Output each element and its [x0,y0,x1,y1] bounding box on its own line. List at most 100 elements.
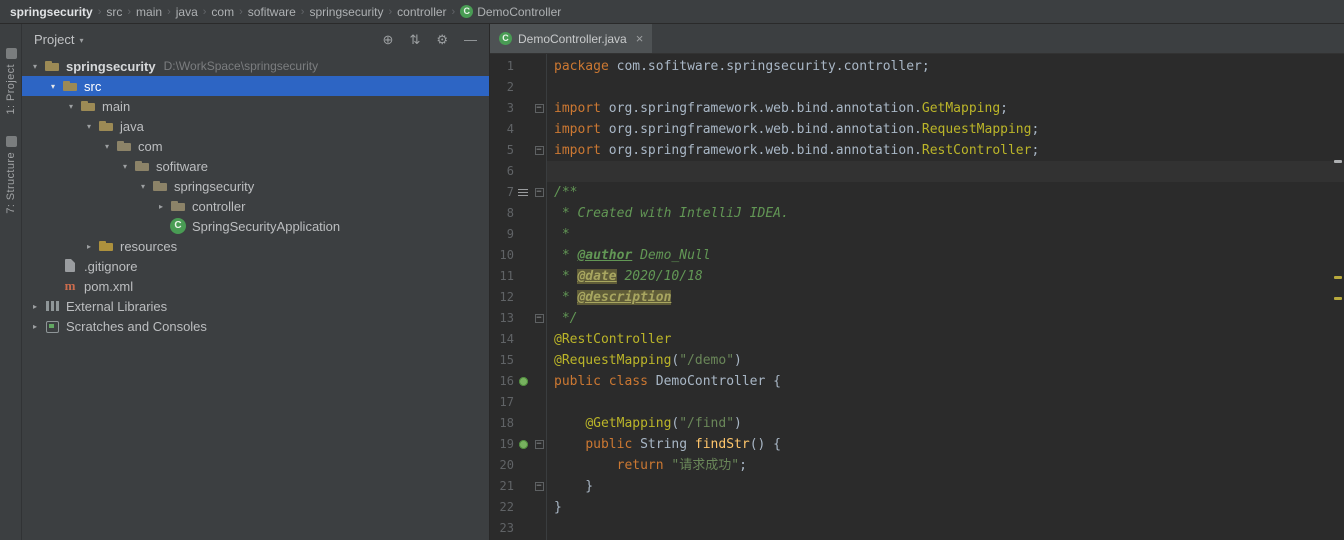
chevron-expanded-icon[interactable]: ▾ [64,102,78,111]
line-number[interactable]: 19 [490,434,514,455]
hide-panel-icon[interactable]: — [464,33,477,46]
line-number[interactable]: 22 [490,497,514,518]
fold-collapse-icon[interactable]: − [532,434,546,455]
code-line-4[interactable]: 4import org.springframework.web.bind.ann… [490,119,1344,140]
code-line-20[interactable]: 20 return "请求成功"; [490,455,1344,476]
code-line-10[interactable]: 10 * @author Demo_Null [490,245,1344,266]
tree-item-main[interactable]: ▾main [22,96,489,116]
breadcrumb-item-democontroller[interactable]: DemoController [460,5,561,19]
spring-bean-gutter-icon[interactable] [514,434,532,455]
code-line-18[interactable]: 18 @GetMapping("/find") [490,413,1344,434]
chevron-collapsed-icon[interactable]: ▸ [28,302,42,311]
locate-file-icon[interactable]: ⊕ [383,33,394,46]
breadcrumb-item-springsecurity[interactable]: springsecurity [309,5,383,19]
line-number[interactable]: 9 [490,224,514,245]
breadcrumb-item-sofitware[interactable]: sofitware [248,5,296,19]
code-line-15[interactable]: 15@RequestMapping("/demo") [490,350,1344,371]
chevron-expanded-icon[interactable]: ▾ [100,142,114,151]
settings-gear-icon[interactable]: ⚙ [436,33,448,46]
tree-item-controller[interactable]: ▸controller [22,196,489,216]
collapse-all-icon[interactable]: ⇅ [409,33,420,46]
code-line-5[interactable]: 5−import org.springframework.web.bind.an… [490,140,1344,161]
code-line-2[interactable]: 2 [490,77,1344,98]
line-number[interactable]: 5 [490,140,514,161]
code-line-13[interactable]: 13− */ [490,308,1344,329]
breadcrumb-item-com[interactable]: com [211,5,234,19]
code-line-8[interactable]: 8 * Created with IntelliJ IDEA. [490,203,1344,224]
tree-item-pom-xml[interactable]: pom.xml [22,276,489,296]
tree-item-springsecurityapplication[interactable]: SpringSecurityApplication [22,216,489,236]
tool-window-button-1-project[interactable]: 1: Project [0,48,22,114]
tree-item-sofitware[interactable]: ▾sofitware [22,156,489,176]
code-line-12[interactable]: 12 * @description [490,287,1344,308]
line-number[interactable]: 13 [490,308,514,329]
fold-end-icon[interactable]: − [532,476,546,497]
code-line-21[interactable]: 21− } [490,476,1344,497]
code-line-22[interactable]: 22} [490,497,1344,518]
line-number[interactable]: 23 [490,518,514,539]
line-number[interactable]: 4 [490,119,514,140]
code-line-1[interactable]: 1package com.sofitware.springsecurity.co… [490,56,1344,77]
code-line-7[interactable]: 7−/** [490,182,1344,203]
line-number[interactable]: 7 [490,182,514,203]
tree-item-java[interactable]: ▾java [22,116,489,136]
code-line-14[interactable]: 14@RestController [490,329,1344,350]
breadcrumb-item-springsecurity[interactable]: springsecurity [10,5,93,19]
tree-item-springsecurity[interactable]: ▾springsecurity [22,176,489,196]
line-number[interactable]: 16 [490,371,514,392]
breadcrumb-item-controller[interactable]: controller [397,5,446,19]
tree-item-src[interactable]: ▾src [22,76,489,96]
code-line-3[interactable]: 3−import org.springframework.web.bind.an… [490,98,1344,119]
line-number[interactable]: 15 [490,350,514,371]
line-number[interactable]: 1 [490,56,514,77]
code-line-17[interactable]: 17 [490,392,1344,413]
chevron-collapsed-icon[interactable]: ▸ [28,322,42,331]
code-line-16[interactable]: 16public class DemoController { [490,371,1344,392]
tree-item-com[interactable]: ▾com [22,136,489,156]
chevron-expanded-icon[interactable]: ▾ [28,62,42,71]
line-number[interactable]: 18 [490,413,514,434]
breadcrumb-item-java[interactable]: java [176,5,198,19]
error-stripe[interactable] [1332,54,1344,540]
chevron-expanded-icon[interactable]: ▾ [118,162,132,171]
line-number[interactable]: 20 [490,455,514,476]
tab-democontroller-java[interactable]: DemoController.java × [490,24,652,53]
line-number[interactable]: 8 [490,203,514,224]
fold-end-icon[interactable]: − [532,140,546,161]
line-number[interactable]: 12 [490,287,514,308]
fold-end-icon[interactable]: − [532,308,546,329]
chevron-expanded-icon[interactable]: ▾ [82,122,96,131]
stripe-warning-mark[interactable] [1334,297,1342,300]
chevron-collapsed-icon[interactable]: ▸ [82,242,96,251]
chevron-expanded-icon[interactable]: ▾ [46,82,60,91]
line-number[interactable]: 17 [490,392,514,413]
close-icon[interactable]: × [636,31,644,46]
fold-collapse-icon[interactable]: − [532,98,546,119]
line-number[interactable]: 2 [490,77,514,98]
fold-collapse-icon[interactable]: − [532,182,546,203]
tree-item-resources[interactable]: ▸resources [22,236,489,256]
doc-toggle-gutter-icon[interactable] [514,182,532,203]
tree-item-external-libraries[interactable]: ▸External Libraries [22,296,489,316]
breadcrumb-item-main[interactable]: main [136,5,162,19]
code-line-11[interactable]: 11 * @date 2020/10/18 [490,266,1344,287]
line-number[interactable]: 14 [490,329,514,350]
editor-body[interactable]: 1package com.sofitware.springsecurity.co… [490,54,1344,540]
code-line-6[interactable]: 6 [490,161,1344,182]
tool-window-button-7-structure[interactable]: 7: Structure [0,136,22,214]
line-number[interactable]: 3 [490,98,514,119]
line-number[interactable]: 6 [490,161,514,182]
chevron-collapsed-icon[interactable]: ▸ [154,202,168,211]
chevron-expanded-icon[interactable]: ▾ [136,182,150,191]
code-line-23[interactable]: 23 [490,518,1344,539]
line-number[interactable]: 11 [490,266,514,287]
line-number[interactable]: 10 [490,245,514,266]
tree-item-scratches-and-consoles[interactable]: ▸Scratches and Consoles [22,316,489,336]
code-line-19[interactable]: 19− public String findStr() { [490,434,1344,455]
editor-code[interactable]: 1package com.sofitware.springsecurity.co… [490,56,1344,539]
project-view-selector[interactable]: Project ▾ [34,32,83,47]
tree-item-springsecurity[interactable]: ▾springsecurityD:\WorkSpace\springsecuri… [22,56,489,76]
tree-item-gitignore[interactable]: .gitignore [22,256,489,276]
spring-bean-gutter-icon[interactable] [514,371,532,392]
code-line-9[interactable]: 9 * [490,224,1344,245]
